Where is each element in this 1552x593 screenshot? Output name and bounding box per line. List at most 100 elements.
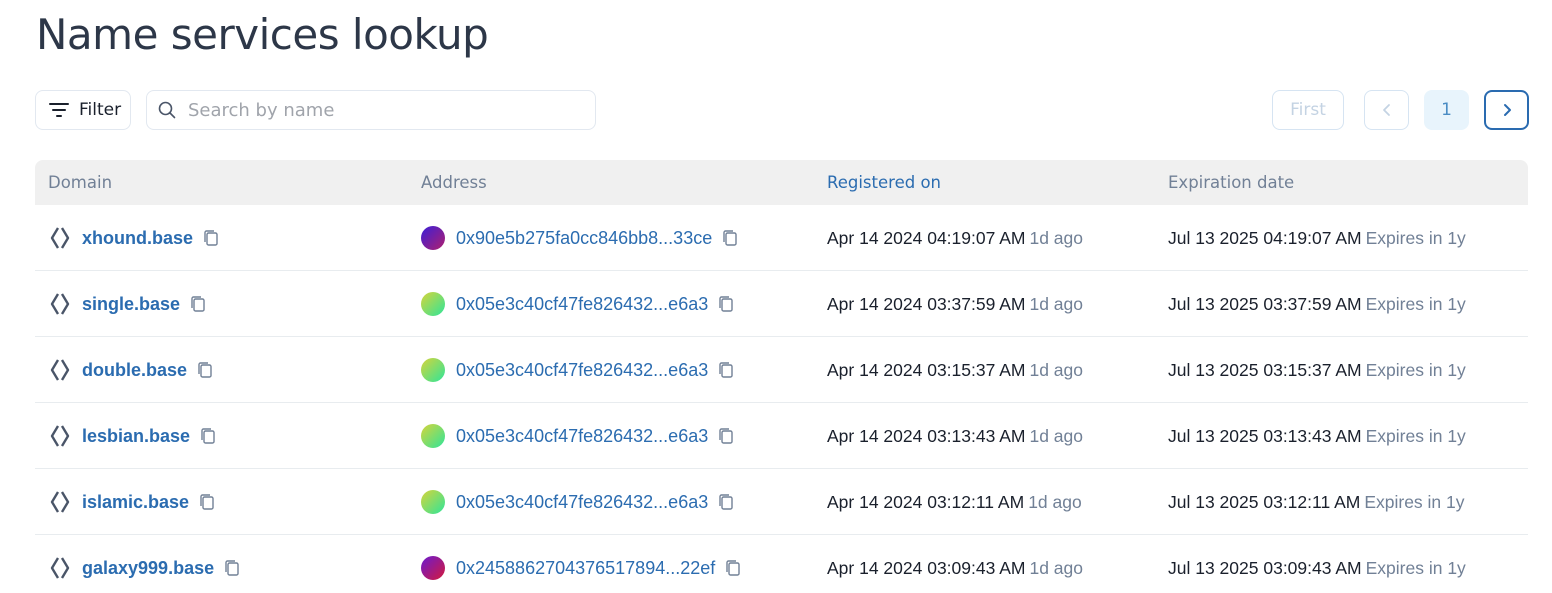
table-row: xhound.base 0x90e5b275fa0cc846bb8...33ce… [35, 205, 1528, 271]
expiration-cell: Jul 13 2025 03:13:43 AM Expires in 1y [1168, 403, 1466, 469]
ens-icon [50, 293, 70, 315]
domain-cell: islamic.base [48, 469, 216, 535]
registered-cell: Apr 14 2024 03:09:43 AM 1d ago [827, 535, 1083, 593]
next-page-button[interactable] [1484, 90, 1529, 130]
domains-table: Domain Address Registered on Expiration … [35, 160, 1528, 593]
copy-icon[interactable] [717, 361, 735, 379]
copy-icon[interactable] [717, 427, 735, 445]
address-cell: 0x2458862704376517894...22ef [421, 535, 742, 593]
registered-date: Apr 14 2024 03:09:43 AM [827, 557, 1026, 578]
expires-in: Expires in 1y [1365, 293, 1466, 314]
expiration-date: Jul 13 2025 03:09:43 AM [1168, 557, 1362, 578]
copy-icon[interactable] [721, 229, 739, 247]
expiration-date: Jul 13 2025 03:15:37 AM [1168, 359, 1362, 380]
table-row: galaxy999.base 0x2458862704376517894...2… [35, 535, 1528, 593]
registered-date: Apr 14 2024 03:37:59 AM [827, 293, 1026, 314]
address-link[interactable]: 0x05e3c40cf47fe826432...e6a3 [456, 426, 708, 447]
registered-ago: 1d ago [1029, 425, 1084, 446]
registered-ago: 1d ago [1029, 557, 1084, 578]
expires-in: Expires in 1y [1364, 491, 1465, 512]
copy-icon[interactable] [223, 559, 241, 577]
address-link[interactable]: 0x05e3c40cf47fe826432...e6a3 [456, 360, 708, 381]
domain-cell: double.base [48, 337, 214, 403]
expiration-date: Jul 13 2025 04:19:07 AM [1168, 227, 1362, 248]
copy-icon[interactable] [202, 229, 220, 247]
table-row: double.base 0x05e3c40cf47fe826432...e6a3… [35, 337, 1528, 403]
domain-cell: lesbian.base [48, 403, 217, 469]
address-avatar [421, 424, 445, 448]
first-page-button[interactable]: First [1272, 90, 1344, 130]
ens-icon [50, 227, 70, 249]
registered-cell: Apr 14 2024 03:13:43 AM 1d ago [827, 403, 1083, 469]
registered-ago: 1d ago [1029, 227, 1084, 248]
filter-icon [49, 103, 69, 117]
table-row: lesbian.base 0x05e3c40cf47fe826432...e6a… [35, 403, 1528, 469]
domain-link[interactable]: lesbian.base [82, 426, 190, 447]
copy-icon[interactable] [198, 493, 216, 511]
copy-icon[interactable] [189, 295, 207, 313]
address-cell: 0x05e3c40cf47fe826432...e6a3 [421, 271, 735, 337]
registered-date: Apr 14 2024 03:15:37 AM [827, 359, 1026, 380]
registered-cell: Apr 14 2024 03:37:59 AM 1d ago [827, 271, 1083, 337]
filter-label: Filter [79, 100, 122, 120]
copy-icon[interactable] [717, 295, 735, 313]
domain-link[interactable]: single.base [82, 294, 180, 315]
header-address: Address [421, 173, 487, 192]
domain-link[interactable]: xhound.base [82, 228, 193, 249]
address-link[interactable]: 0x05e3c40cf47fe826432...e6a3 [456, 294, 708, 315]
registered-ago: 1d ago [1028, 491, 1082, 512]
search-input[interactable] [188, 99, 568, 121]
expiration-date: Jul 13 2025 03:12:11 AM [1168, 491, 1361, 512]
domain-link[interactable]: galaxy999.base [82, 558, 214, 579]
address-avatar [421, 556, 445, 580]
domain-cell: xhound.base [48, 205, 220, 271]
toolbar: Filter First 1 [35, 90, 1529, 130]
filter-button[interactable]: Filter [35, 90, 131, 130]
expiration-cell: Jul 13 2025 03:12:11 AM Expires in 1y [1168, 469, 1465, 535]
expiration-cell: Jul 13 2025 04:19:07 AM Expires in 1y [1168, 205, 1466, 271]
address-link[interactable]: 0x05e3c40cf47fe826432...e6a3 [456, 492, 708, 513]
address-cell: 0x05e3c40cf47fe826432...e6a3 [421, 469, 735, 535]
domain-link[interactable]: double.base [82, 360, 187, 381]
header-domain: Domain [48, 173, 113, 192]
address-link[interactable]: 0x90e5b275fa0cc846bb8...33ce [456, 228, 712, 249]
domain-link[interactable]: islamic.base [82, 492, 189, 513]
ens-icon [50, 425, 70, 447]
expiration-date: Jul 13 2025 03:37:59 AM [1168, 293, 1362, 314]
table-header: Domain Address Registered on Expiration … [35, 160, 1528, 205]
search-icon [158, 101, 176, 119]
copy-icon[interactable] [717, 493, 735, 511]
table-body: xhound.base 0x90e5b275fa0cc846bb8...33ce… [35, 205, 1528, 593]
registered-cell: Apr 14 2024 03:15:37 AM 1d ago [827, 337, 1083, 403]
chevron-right-icon [1503, 104, 1511, 116]
copy-icon[interactable] [196, 361, 214, 379]
expires-in: Expires in 1y [1365, 425, 1466, 446]
ens-icon [50, 557, 70, 579]
ens-icon [50, 491, 70, 513]
address-avatar [421, 358, 445, 382]
copy-icon[interactable] [199, 427, 217, 445]
address-avatar [421, 226, 445, 250]
address-link[interactable]: 0x2458862704376517894...22ef [456, 558, 715, 579]
table-row: islamic.base 0x05e3c40cf47fe826432...e6a… [35, 469, 1528, 535]
registered-date: Apr 14 2024 03:13:43 AM [827, 425, 1026, 446]
address-avatar [421, 490, 445, 514]
expires-in: Expires in 1y [1365, 227, 1466, 248]
search-box[interactable] [146, 90, 596, 130]
table-row: single.base 0x05e3c40cf47fe826432...e6a3… [35, 271, 1528, 337]
page-title: Name services lookup [36, 10, 489, 59]
address-avatar [421, 292, 445, 316]
chevron-left-icon [1382, 104, 1390, 116]
registered-cell: Apr 14 2024 04:19:07 AM 1d ago [827, 205, 1083, 271]
address-cell: 0x05e3c40cf47fe826432...e6a3 [421, 337, 735, 403]
expiration-cell: Jul 13 2025 03:09:43 AM Expires in 1y [1168, 535, 1466, 593]
domain-cell: galaxy999.base [48, 535, 241, 593]
prev-page-button[interactable] [1364, 90, 1409, 130]
header-expiration-date: Expiration date [1168, 173, 1295, 192]
expiration-cell: Jul 13 2025 03:37:59 AM Expires in 1y [1168, 271, 1466, 337]
registered-date: Apr 14 2024 03:12:11 AM [827, 491, 1025, 512]
registered-ago: 1d ago [1029, 293, 1084, 314]
ens-icon [50, 359, 70, 381]
copy-icon[interactable] [724, 559, 742, 577]
header-registered-on[interactable]: Registered on [827, 173, 941, 192]
